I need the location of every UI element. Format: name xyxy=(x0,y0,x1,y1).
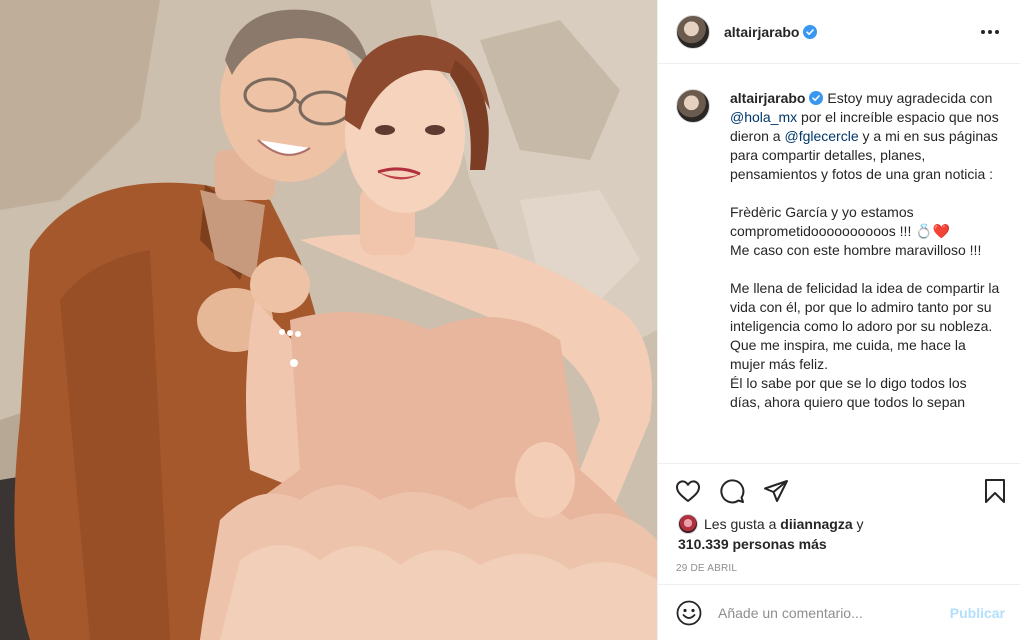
caption-username-link[interactable]: altairjarabo xyxy=(730,90,805,106)
liker-username-link[interactable]: diiannagza xyxy=(780,516,852,532)
liker-avatar[interactable] xyxy=(678,514,698,534)
verified-badge-icon xyxy=(809,91,824,105)
caption-scroll-area[interactable]: altairjarabo Estoy muy agradecida con @h… xyxy=(658,65,1020,463)
caption: altairjarabo Estoy muy agradecida con @h… xyxy=(676,89,1006,412)
bookmark-icon[interactable] xyxy=(981,477,1009,505)
caption-part1: Estoy muy agradecida con xyxy=(823,90,993,106)
post-details-panel: altairjarabo altairjarabo Estoy muy agra… xyxy=(657,0,1020,640)
publish-button[interactable]: Publicar xyxy=(950,605,1005,621)
likes-count-link[interactable]: 310.339 personas más xyxy=(678,536,827,552)
couple-photo-illustration xyxy=(0,0,657,640)
avatar[interactable] xyxy=(676,14,710,49)
comment-input[interactable] xyxy=(718,605,928,621)
comment-box: Publicar xyxy=(658,584,1020,640)
post-photo[interactable] xyxy=(0,0,657,640)
verified-badge-icon xyxy=(803,24,818,39)
mention-link-hola-mx[interactable]: @hola_mx xyxy=(730,109,797,125)
action-bar xyxy=(674,476,1009,506)
caption-text: altairjarabo Estoy muy agradecida con @h… xyxy=(730,89,1000,412)
caption-avatar[interactable] xyxy=(676,89,710,123)
likes-prefix: Les gusta a xyxy=(704,516,781,532)
emoji-icon[interactable] xyxy=(676,600,702,626)
comment-icon[interactable] xyxy=(718,477,746,505)
likes-summary: Les gusta a diiannagza y 310.339 persona… xyxy=(678,514,998,554)
username-link[interactable]: altairjarabo xyxy=(724,24,799,40)
mention-link-fglecercle[interactable]: @fglecercle xyxy=(784,128,858,144)
more-options-icon[interactable] xyxy=(975,24,1005,40)
post-header: altairjarabo xyxy=(658,0,1020,64)
heart-icon[interactable] xyxy=(674,477,702,505)
caption-part3: y a mi en sus páginas para compartir det… xyxy=(730,128,1000,410)
post-actions-area: Les gusta a diiannagza y 310.339 persona… xyxy=(658,463,1020,640)
post-date[interactable]: 29 de abril xyxy=(676,563,737,574)
share-icon[interactable] xyxy=(762,477,790,505)
likes-middle: y xyxy=(852,516,864,532)
